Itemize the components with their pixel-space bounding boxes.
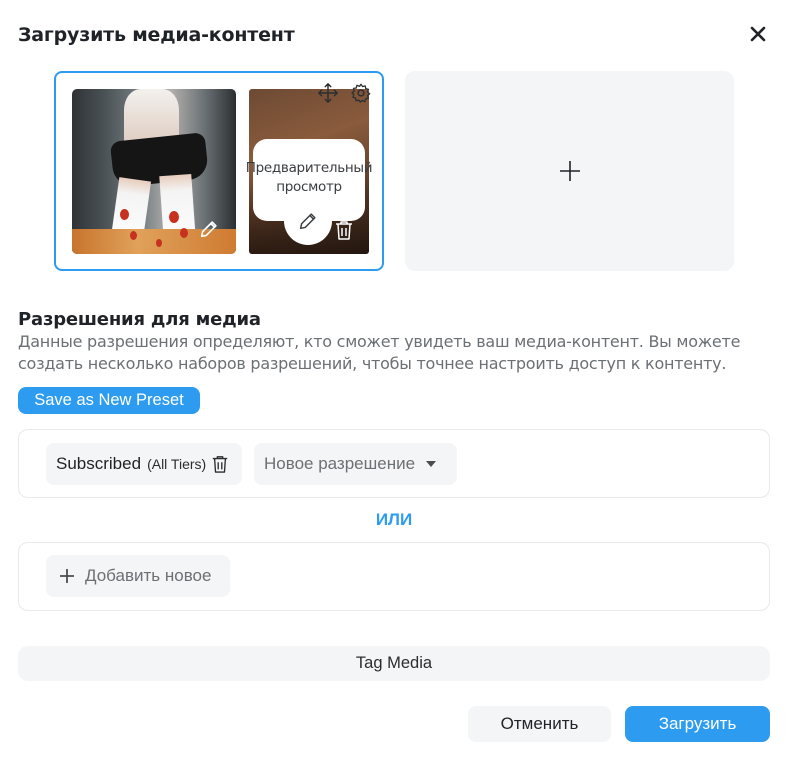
add-new-label: Добавить новое [85,566,212,585]
new-permission-dropdown[interactable]: Новое разрешение [254,443,457,485]
cancel-button[interactable]: Отменить [468,706,611,742]
or-separator: ИЛИ [375,510,413,529]
caret-down-icon [426,461,437,467]
add-new-button[interactable]: Добавить новое [46,555,230,597]
close-icon[interactable] [746,22,770,46]
plus-icon [559,161,580,181]
trash-icon[interactable] [211,454,229,474]
add-permission-set: Добавить новое [18,542,770,611]
preview-label[interactable]: Предварительный просмотр [241,159,377,197]
tag-media-button[interactable]: Tag Media [18,646,770,681]
plus-icon [60,569,74,583]
chip-tier: (All Tiers) [147,456,207,472]
media-group[interactable]: Предварительный просмотр [54,71,384,271]
trash-icon[interactable] [334,219,354,241]
edit-button[interactable] [284,197,332,245]
settings-icon[interactable] [350,82,372,104]
permissions-title: Разрешения для медиа [18,309,261,330]
dialog-title: Загрузить медиа-контент [18,24,295,46]
pencil-icon[interactable] [198,218,220,240]
add-media-button[interactable] [405,71,734,271]
pencil-icon [299,213,316,230]
permission-chip-subscribed[interactable]: Subscribed (All Tiers) [46,443,242,485]
save-preset-button[interactable]: Save as New Preset [18,387,200,414]
move-icon[interactable] [317,82,339,104]
chip-label: Subscribed [56,454,142,473]
permission-set: Subscribed (All Tiers) Новое разрешение [18,429,770,498]
media-thumbnail-1[interactable] [72,89,236,254]
new-permission-label: Новое разрешение [264,454,416,473]
permissions-description: Данные разрешения определяют, кто сможет… [18,332,741,373]
upload-button[interactable]: Загрузить [625,706,770,742]
